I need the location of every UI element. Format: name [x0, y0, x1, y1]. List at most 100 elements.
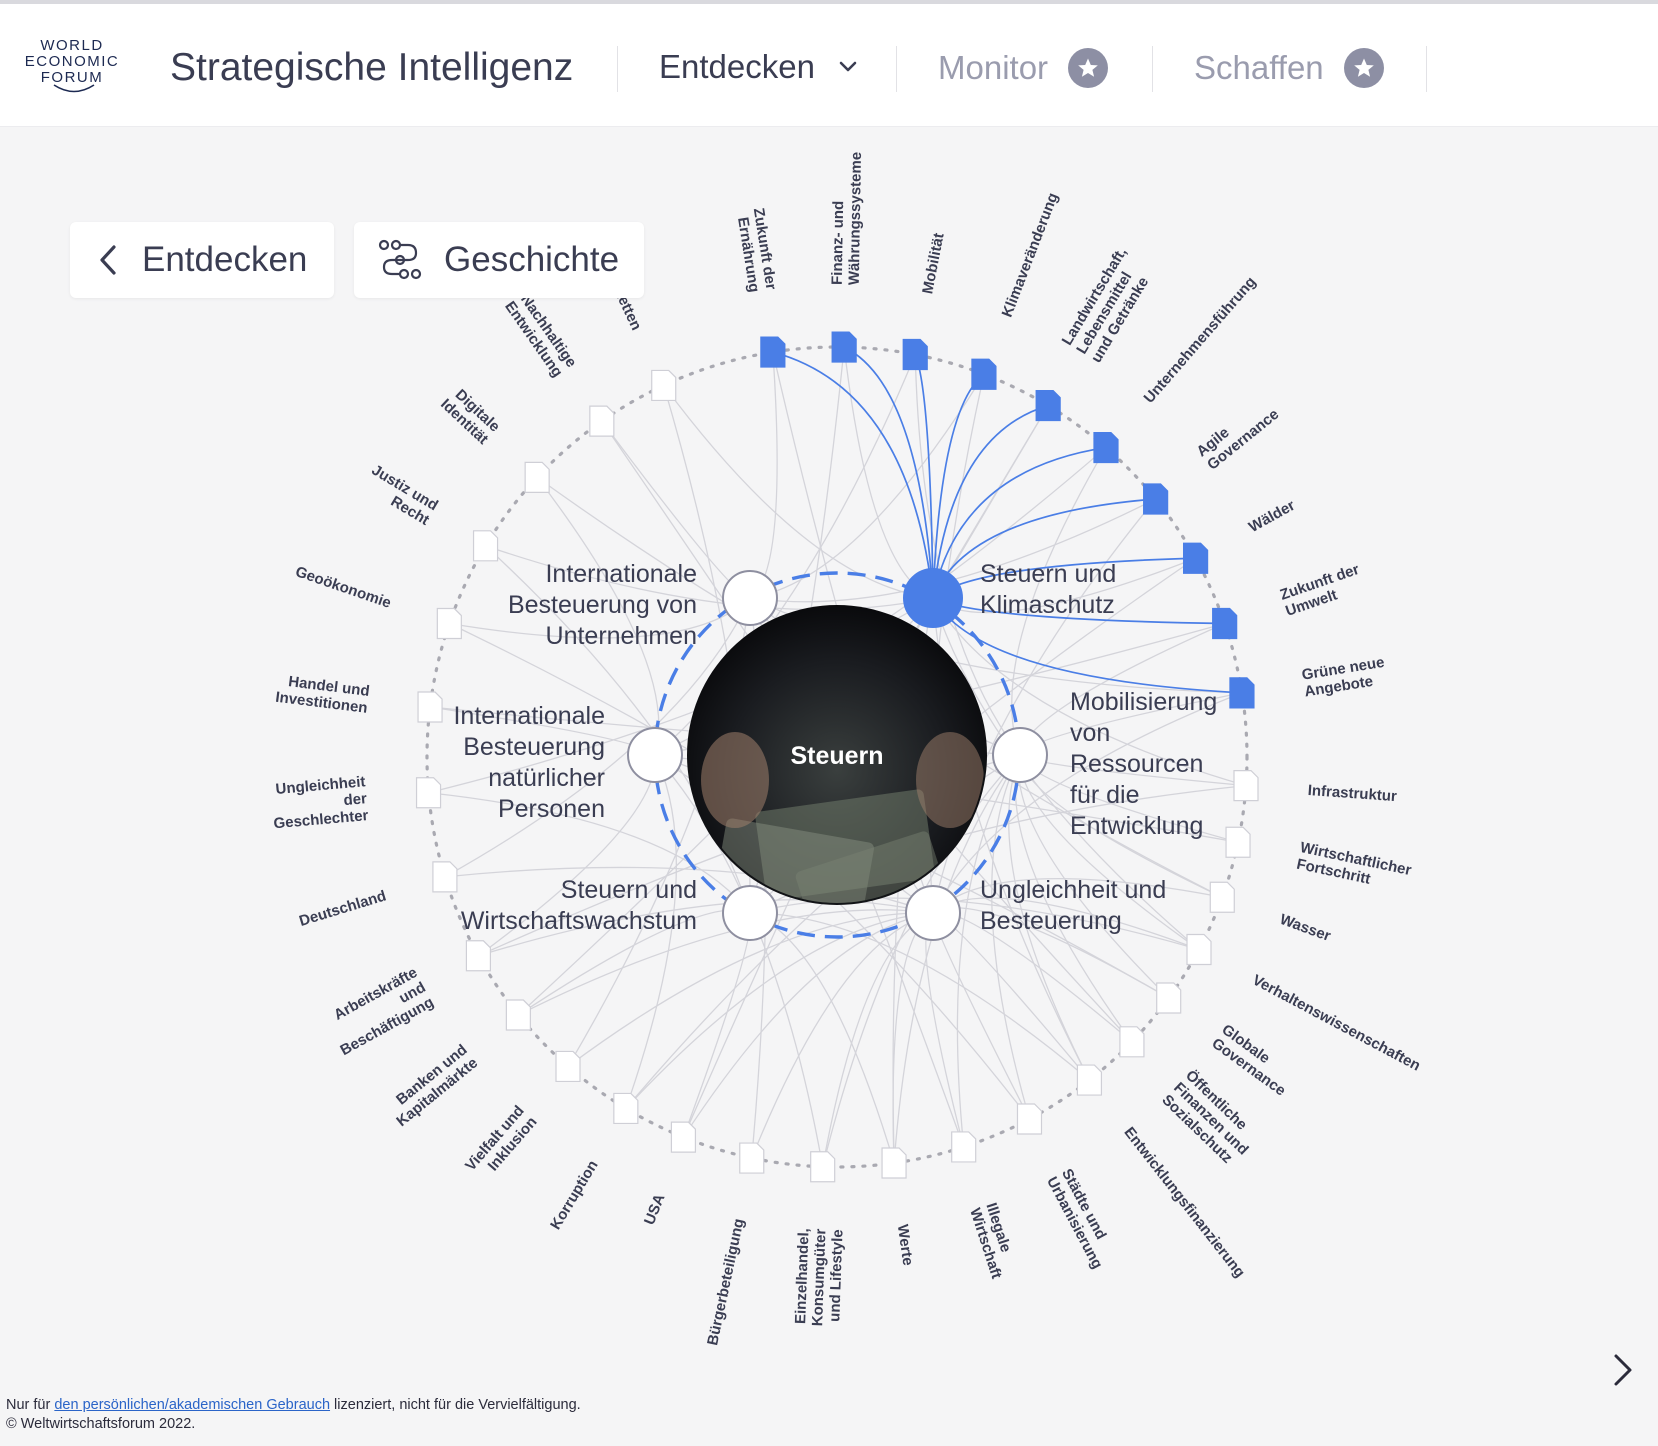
topic-label[interactable]: Verhaltenswissenschaften — [1250, 972, 1424, 1075]
document-icon — [1212, 607, 1238, 640]
topic-label[interactable]: Grüne neueAngebote — [1301, 654, 1389, 701]
top-navigation-bar: WORLD ECONOMIC FORUM Strategische Intell… — [0, 4, 1658, 127]
nav-create[interactable]: Schaffen — [1194, 48, 1384, 88]
document-icon — [902, 338, 928, 371]
key-issue-label[interactable]: Steuern und Wirtschaftswachstum — [461, 876, 697, 935]
connection-line — [892, 912, 934, 1164]
topic-label[interactable]: NachhaltigeEntwicklung — [501, 289, 580, 381]
topic-node-wirtschaftlicher-fortschritt[interactable]: WirtschaftlicherFortschritt — [1225, 826, 1413, 896]
key-issue-node-steuern-und-klimaschutz[interactable]: Steuern und Klimaschutz — [903, 560, 1116, 628]
topic-label[interactable]: Handel undInvestitionen — [275, 672, 371, 717]
nav-create-label: Schaffen — [1194, 49, 1324, 86]
topic-node-vielfalt-und-inklusion[interactable]: Vielfalt undInklusion — [462, 1050, 581, 1185]
topic-node-handel-und-investitionen[interactable]: Handel undInvestitionen — [275, 672, 443, 723]
topic-node-agile-governance[interactable]: AgileGovernance — [1143, 393, 1283, 515]
key-issue-label[interactable]: Internationale Besteuerung von Unternehmen — [508, 560, 697, 650]
topic-label[interactable]: Deutschland — [297, 887, 388, 930]
topic-node-finanz-und-währungssysteme[interactable]: Finanz- undWährungssysteme — [829, 151, 865, 363]
center-node[interactable]: Steuern — [687, 605, 987, 930]
license-link[interactable]: den persönlichen/akademischen Gebrauch — [54, 1397, 330, 1413]
topic-node-bürgerbeteiligung[interactable]: Bürgerbeteiligung — [704, 1142, 765, 1347]
topic-node-wasser[interactable]: Wasser — [1209, 881, 1333, 945]
topic-label[interactable]: Mobilität — [919, 232, 947, 296]
topic-label[interactable]: Einzelhandel,Konsumgüterund Lifestyle — [792, 1228, 846, 1327]
topic-label[interactable]: ÖffentlicheFinanzen undSozialschutz — [1158, 1067, 1263, 1171]
topic-label[interactable]: USA — [641, 1191, 669, 1227]
topic-label[interactable]: Zukunft derErnährung — [733, 207, 780, 294]
topic-label[interactable]: Werte — [894, 1223, 917, 1266]
topic-label[interactable]: Finanz- undWährungssysteme — [829, 151, 865, 286]
nav-explore[interactable]: Entdecken — [659, 48, 859, 86]
topic-label[interactable]: Justiz undRecht — [360, 462, 441, 529]
nav-divider — [617, 46, 618, 92]
topic-node-korruption[interactable]: Korruption — [547, 1092, 639, 1233]
wef-logo[interactable]: WORLD ECONOMIC FORUM — [18, 34, 126, 106]
key-issue-label[interactable]: Internationale Besteuerung natürlicher Pers… — [453, 702, 605, 823]
key-issue-node-mobilisierung-von-ressourcen-für-die-entwicklung[interactable]: Mobilisierung von Ressourcen für die Entwick… — [992, 688, 1217, 840]
topic-label[interactable]: Vielfalt undInklusion — [462, 1102, 541, 1185]
key-issue-node-internationale-besteuerung-natürlicher-personen[interactable]: Internationale Besteuerung natürlicher Pers… — [453, 702, 683, 823]
chevron-down-icon — [839, 61, 857, 72]
topic-node-mobilität[interactable]: Mobilität — [902, 232, 948, 371]
topic-label[interactable]: Klimaveränderung — [999, 191, 1062, 320]
topic-label[interactable]: UngleichheitderGeschlechter — [270, 773, 369, 832]
topic-label[interactable]: AgileGovernance — [1193, 393, 1282, 474]
topic-node-illegale-wirtschaft[interactable]: IllegaleWirtschaft — [951, 1131, 1021, 1281]
topic-label[interactable]: Geoökonomie — [293, 563, 393, 612]
star-icon — [1343, 48, 1384, 88]
back-to-explore-button[interactable]: Entdecken — [70, 222, 334, 298]
topic-label[interactable]: Infrastruktur — [1307, 782, 1397, 805]
document-icon — [436, 607, 462, 640]
topic-label[interactable]: IllegaleWirtschaft — [966, 1201, 1021, 1281]
topic-label[interactable]: Bürgerbeteiligung — [704, 1217, 747, 1347]
topic-label[interactable]: WirtschaftlicherFortschritt — [1295, 839, 1413, 896]
transformation-map[interactable]: Zukunft derErnährung Finanz- undWährungss… — [0, 127, 1658, 1387]
topic-node-digitale-identität[interactable]: DigitaleIdentität — [437, 383, 550, 493]
topic-node-wälder[interactable]: Wälder — [1182, 497, 1298, 574]
document-icon — [1119, 1026, 1145, 1058]
document-icon — [505, 999, 531, 1031]
topic-node-städte-und-urbanisierung[interactable]: Städte undUrbanisierung — [1016, 1103, 1121, 1272]
topic-label[interactable]: Wälder — [1246, 497, 1298, 536]
topic-node-usa[interactable]: USA — [641, 1121, 697, 1227]
back-button-label: Entdecken — [142, 240, 308, 279]
topic-label[interactable]: Korruption — [547, 1157, 601, 1232]
key-issue-label[interactable]: Mobilisierung von Ressourcen für die Entwick… — [1070, 688, 1217, 840]
story-button[interactable]: Geschichte — [354, 222, 644, 298]
document-icon — [1209, 881, 1235, 913]
topic-label[interactable]: Banken undKapitalmärkte — [383, 1041, 482, 1130]
topic-node-deutschland[interactable]: Deutschland — [297, 861, 458, 930]
document-icon — [760, 336, 786, 368]
topic-node-einzelhandel-konsumgüter-und-lifestyle[interactable]: Einzelhandel,Konsumgüterund Lifestyle — [792, 1151, 847, 1327]
connection-line — [843, 346, 934, 599]
topic-node-arbeitskräfte-und-beschäftigung[interactable]: ArbeitskräfteundBeschäftigung — [321, 940, 492, 1059]
topic-node-justiz-und-recht[interactable]: Justiz undRecht — [360, 462, 499, 562]
nav-divider — [1426, 46, 1427, 92]
topic-node-klimaveränderung[interactable]: Klimaveränderung — [971, 191, 1062, 390]
app-title[interactable]: Strategische Intelligenz — [170, 46, 573, 90]
topic-node-ketten[interactable]: ketten — [611, 286, 677, 402]
topic-node-geoökonomie[interactable]: Geoökonomie — [293, 563, 462, 640]
key-issue-node-steuern-und-wirtschaftswachstum[interactable]: Steuern und Wirtschaftswachstum — [461, 876, 778, 941]
topic-node-nachhaltige-entwicklung[interactable]: NachhaltigeEntwicklung — [501, 289, 615, 437]
topic-label[interactable]: Städte undUrbanisierung — [1043, 1166, 1121, 1272]
topic-node-grüne-neue-angebote[interactable]: Grüne neueAngebote — [1229, 654, 1389, 709]
topic-label[interactable]: Unternehmensführung — [1141, 274, 1260, 407]
topic-label[interactable]: ArbeitskräfteundBeschäftigung — [321, 964, 437, 1059]
nav-explore-label: Entdecken — [659, 48, 815, 85]
topic-label[interactable]: DigitaleIdentität — [437, 383, 503, 448]
topic-node-infrastruktur[interactable]: Infrastruktur — [1233, 770, 1398, 806]
topic-node-ungleichheit-der-geschlechter[interactable]: UngleichheitderGeschlechter — [270, 773, 442, 832]
topic-node-zukunft-der-ernährung[interactable]: Zukunft derErnährung — [733, 207, 786, 368]
next-arrow-icon[interactable] — [1608, 1350, 1638, 1390]
topic-label[interactable]: GlobaleGovernance — [1209, 1021, 1299, 1099]
topic-node-werte[interactable]: Werte — [881, 1147, 917, 1267]
topic-label[interactable]: Landwirtschaft,Lebensmittelund Getränke — [1059, 245, 1160, 366]
key-issue-label[interactable]: Steuern und Klimaschutz — [980, 560, 1116, 619]
key-issue-node-internationale-besteuerung-von-unternehmen[interactable]: Internationale Besteuerung von Unternehmen — [508, 560, 778, 650]
topic-label[interactable]: Wasser — [1277, 911, 1333, 945]
nav-monitor[interactable]: Monitor — [938, 48, 1109, 88]
topic-node-zukunft-der-umwelt[interactable]: Zukunft derUmwelt — [1212, 561, 1367, 640]
document-icon — [1229, 677, 1255, 709]
topic-label[interactable]: Zukunft derUmwelt — [1278, 561, 1367, 620]
